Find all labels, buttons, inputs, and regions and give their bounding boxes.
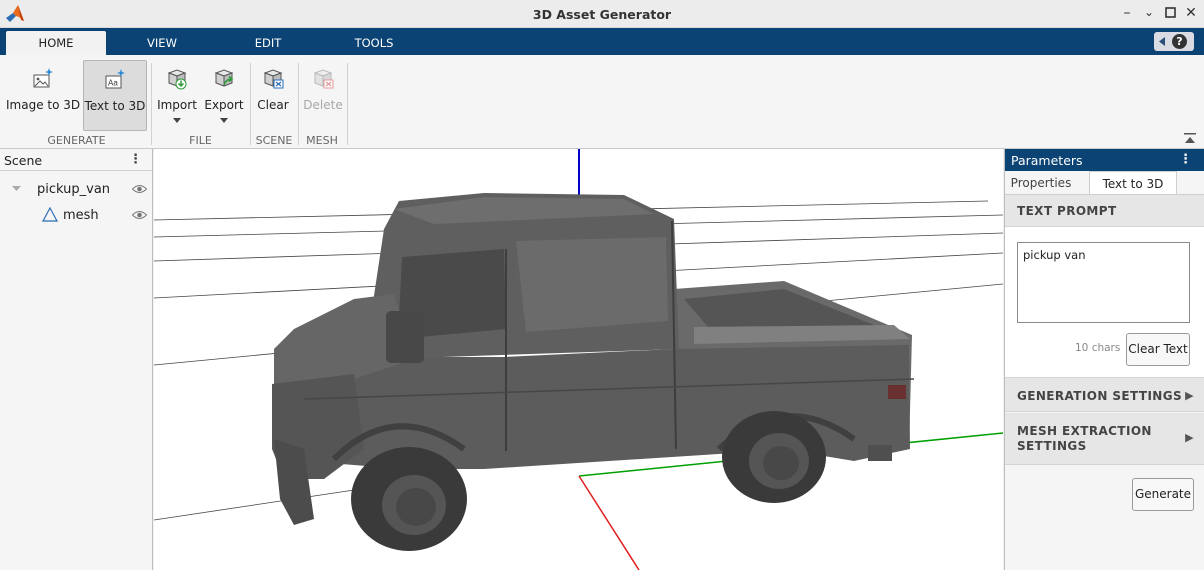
- restore-icon[interactable]: ⌄: [1140, 5, 1158, 19]
- tab-tools[interactable]: TOOLS: [334, 31, 414, 55]
- scene-render[interactable]: [154, 149, 1003, 570]
- mesh-extraction-settings-label-line2: SETTINGS: [1017, 439, 1087, 453]
- ribbon-tab-strip: HOME VIEW EDIT TOOLS ?: [0, 28, 1204, 55]
- group-separator: [298, 63, 299, 145]
- parameters-panel-header: Parameters ⋮: [1005, 149, 1204, 171]
- generation-settings-header[interactable]: GENERATION SETTINGS ▶: [1005, 377, 1204, 412]
- group-separator: [151, 63, 152, 145]
- close-icon[interactable]: ✕: [1182, 5, 1200, 21]
- clear-label: Clear: [257, 98, 289, 112]
- collapse-ribbon-icon[interactable]: [1184, 133, 1196, 145]
- image-to-3d-label: Image to 3D: [6, 98, 81, 112]
- tree-node-label: pickup_van: [37, 182, 111, 197]
- eye-icon[interactable]: [132, 184, 147, 194]
- generate-button[interactable]: Generate: [1132, 478, 1194, 511]
- tab-view[interactable]: VIEW: [120, 31, 204, 55]
- expand-arrow-icon: ▶: [1185, 389, 1194, 402]
- image-to-3d-button[interactable]: Image to 3D: [6, 60, 80, 131]
- generation-settings-label: GENERATION SETTINGS: [1017, 389, 1183, 403]
- import-button[interactable]: Import: [155, 60, 199, 131]
- help-icon: ?: [1172, 34, 1187, 49]
- clear-scene-icon: [263, 69, 284, 89]
- import-label: Import: [157, 98, 197, 112]
- 3d-viewport[interactable]: [154, 149, 1003, 570]
- import-cube-icon: [167, 69, 187, 90]
- tab-home[interactable]: HOME: [6, 31, 106, 55]
- char-count: 10 chars: [1075, 342, 1121, 354]
- minimize-icon[interactable]: –: [1118, 5, 1136, 21]
- eye-icon[interactable]: [132, 210, 147, 220]
- kebab-menu-icon[interactable]: ⋮: [1179, 152, 1192, 167]
- chevron-left-icon: [1159, 37, 1165, 46]
- tab-edit[interactable]: EDIT: [228, 31, 308, 55]
- ribbon-toolstrip: Image to 3D Aa Text to 3D GENERATE Impor…: [0, 55, 1204, 149]
- image-sparkle-icon: [33, 68, 53, 88]
- delete-mesh-icon: [313, 69, 334, 89]
- mesh-extraction-settings-header[interactable]: MESH EXTRACTION SETTINGS ▶: [1005, 413, 1204, 465]
- tab-text-to-3d[interactable]: Text to 3D: [1089, 171, 1177, 195]
- svg-text:Aa: Aa: [108, 79, 118, 88]
- tree-node-mesh[interactable]: mesh: [0, 204, 152, 226]
- help-button[interactable]: ?: [1154, 32, 1194, 51]
- delete-label: Delete: [303, 98, 343, 112]
- chevron-down-icon[interactable]: [12, 186, 21, 192]
- group-label-scene: SCENE: [255, 134, 293, 147]
- parameters-panel-title: Parameters: [1011, 153, 1083, 168]
- mesh-triangle-icon: [42, 207, 58, 222]
- tree-node-pickup-van[interactable]: pickup_van: [0, 178, 152, 200]
- maximize-icon[interactable]: [1161, 6, 1179, 22]
- group-separator: [250, 63, 251, 145]
- text-prompt-input[interactable]: pickup van: [1017, 242, 1190, 323]
- text-to-3d-label: Text to 3D: [84, 99, 146, 113]
- title-bar: 3D Asset Generator – ⌄ ✕: [0, 0, 1204, 28]
- scene-panel-title: Scene: [4, 153, 43, 168]
- group-separator: [347, 63, 348, 145]
- mesh-extraction-settings-label-line1: MESH EXTRACTION: [1017, 424, 1152, 438]
- kebab-menu-icon[interactable]: ⋮: [129, 152, 142, 167]
- clear-button[interactable]: Clear: [254, 60, 292, 131]
- text-prompt-section-header[interactable]: TEXT PROMPT: [1005, 195, 1204, 227]
- text-sparkle-icon: Aa: [105, 69, 125, 89]
- export-label: Export: [204, 98, 244, 112]
- clear-text-button[interactable]: Clear Text: [1126, 333, 1190, 366]
- chevron-down-icon: [173, 118, 181, 123]
- tree-node-label: mesh: [63, 208, 99, 223]
- group-label-mesh: MESH: [306, 134, 338, 147]
- group-label-file: FILE: [189, 134, 212, 147]
- x-axis: [578, 475, 640, 570]
- text-to-3d-button[interactable]: Aa Text to 3D: [83, 60, 147, 131]
- scene-panel-header: Scene ⋮: [0, 149, 152, 171]
- delete-button[interactable]: Delete: [301, 60, 345, 131]
- tab-properties[interactable]: Properties: [1005, 171, 1077, 195]
- parameters-panel: Parameters ⋮ Properties Text to 3D TEXT …: [1004, 149, 1204, 570]
- window-title: 3D Asset Generator: [532, 7, 672, 22]
- chevron-down-icon: [220, 118, 228, 123]
- export-cube-icon: [214, 69, 234, 87]
- group-label-generate: GENERATE: [47, 134, 106, 147]
- export-button[interactable]: Export: [202, 60, 246, 131]
- expand-arrow-icon: ▶: [1185, 431, 1194, 444]
- text-prompt-heading: TEXT PROMPT: [1017, 204, 1117, 218]
- scene-panel: Scene ⋮ pickup_van mesh: [0, 149, 153, 570]
